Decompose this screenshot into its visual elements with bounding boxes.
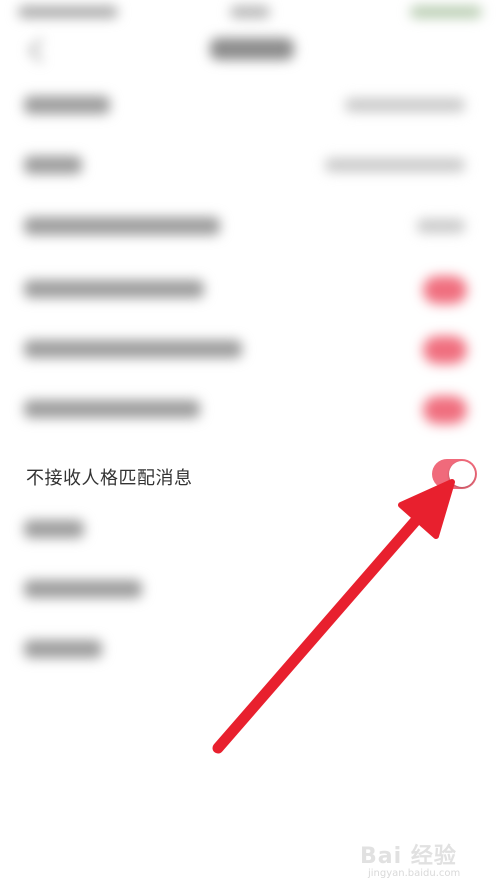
watermark-url: jingyan.baidu.com bbox=[368, 868, 461, 879]
watermark: Bai 经验 jingyan.baidu.com bbox=[360, 838, 490, 886]
annotation-arrow-icon bbox=[212, 479, 455, 754]
arrow-shaft bbox=[212, 512, 424, 754]
watermark-logo: Bai 经验 bbox=[360, 844, 457, 869]
